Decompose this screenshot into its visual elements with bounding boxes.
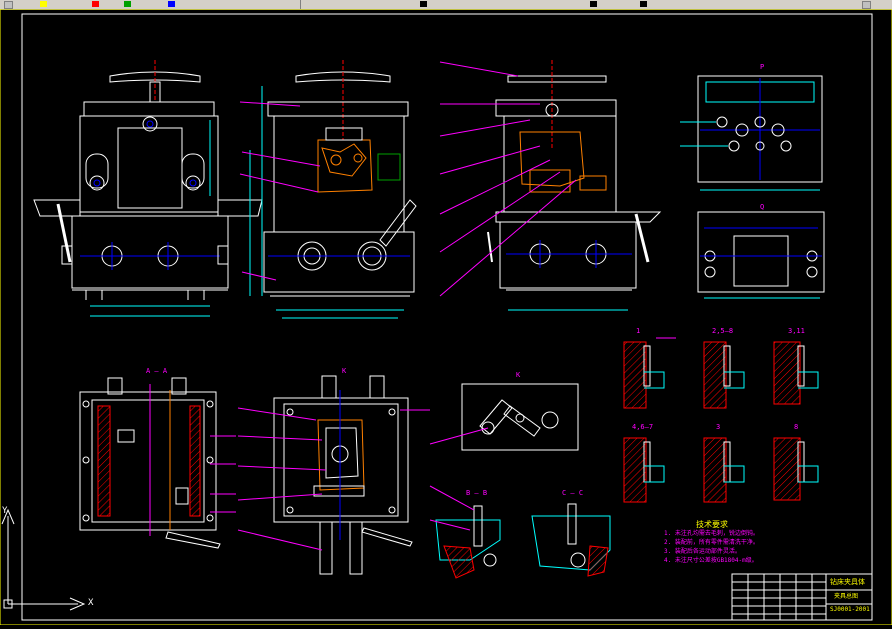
front-view-left: [33, 60, 263, 317]
color-swatch-icon[interactable]: [40, 1, 47, 7]
detail-6: [773, 437, 819, 501]
tech-req-item-3: 3. 装配后各运动部件灵活。: [664, 548, 741, 555]
side-view-middle: [239, 60, 417, 319]
linetype-icon[interactable]: [124, 1, 131, 7]
detail-2: [703, 341, 745, 409]
title-block-subtitle: 夹具总图: [834, 593, 859, 600]
section-label-4: 4,6—7: [632, 423, 654, 431]
section-aa-view: [79, 377, 236, 549]
view-k-bottom: [237, 375, 430, 575]
detail-3: [773, 341, 819, 405]
view-q: [697, 211, 825, 299]
ucs-icon: [1, 508, 86, 611]
view-k-label: K: [516, 371, 521, 379]
ucs-x-label: X: [88, 598, 94, 608]
section-bb: [429, 485, 501, 579]
match-properties-icon[interactable]: [168, 1, 175, 7]
tech-req-item-4: 4. 未注尺寸公差按GB1804-m级。: [664, 557, 758, 564]
view-p-label: P: [760, 63, 765, 71]
technical-requirements: 技术要求 1. 未注孔均需去毛刺，锐边倒钝。 2. 装配前，所有零件需清洗干净。…: [664, 521, 834, 565]
section-label-1: 1: [636, 327, 641, 335]
view-q-label: Q: [760, 203, 765, 211]
view-k-detail: [429, 383, 579, 451]
tech-req-item-1: 1. 未注孔均需去毛刺，锐边倒钝。: [664, 530, 759, 537]
title-block-title: 钻床夹具体: [830, 578, 865, 586]
section-label-5: 3: [716, 423, 721, 431]
dropdown-arrow-icon[interactable]: [420, 1, 427, 7]
detail-sections: [623, 337, 819, 503]
view-p: [680, 75, 823, 191]
detail-1: [623, 337, 676, 409]
title-block-code: SJ0001-2001: [830, 606, 870, 613]
section-bb-label: B — B: [466, 489, 488, 497]
expand-icon[interactable]: [862, 1, 871, 9]
cad-drawing-canvas[interactable]: P Q K A — A K B — B C — C 1 2,5—8 3,11 4…: [0, 8, 892, 626]
layer-icon[interactable]: [4, 1, 13, 9]
detail-4: [623, 437, 665, 503]
section-cc-label: C — C: [562, 489, 584, 497]
detail-5: [703, 437, 745, 503]
section-label-2: 2,5—8: [712, 327, 734, 335]
tech-req-title: 技术要求: [696, 520, 728, 529]
properties-icon[interactable]: [92, 1, 99, 7]
tech-req-item-2: 2. 装配前，所有零件需清洗干净。: [664, 539, 759, 546]
view-k2-label: K: [342, 367, 347, 375]
ucs-y-label: Y: [2, 506, 8, 516]
section-cc: [531, 503, 611, 577]
side-view-right: [439, 60, 662, 311]
section-aa-label: A — A: [146, 367, 168, 375]
section-label-6: 8: [794, 423, 799, 431]
lineweight-icon[interactable]: [590, 1, 597, 7]
plot-style-icon[interactable]: [640, 1, 647, 7]
section-label-3: 3,11: [788, 327, 805, 335]
